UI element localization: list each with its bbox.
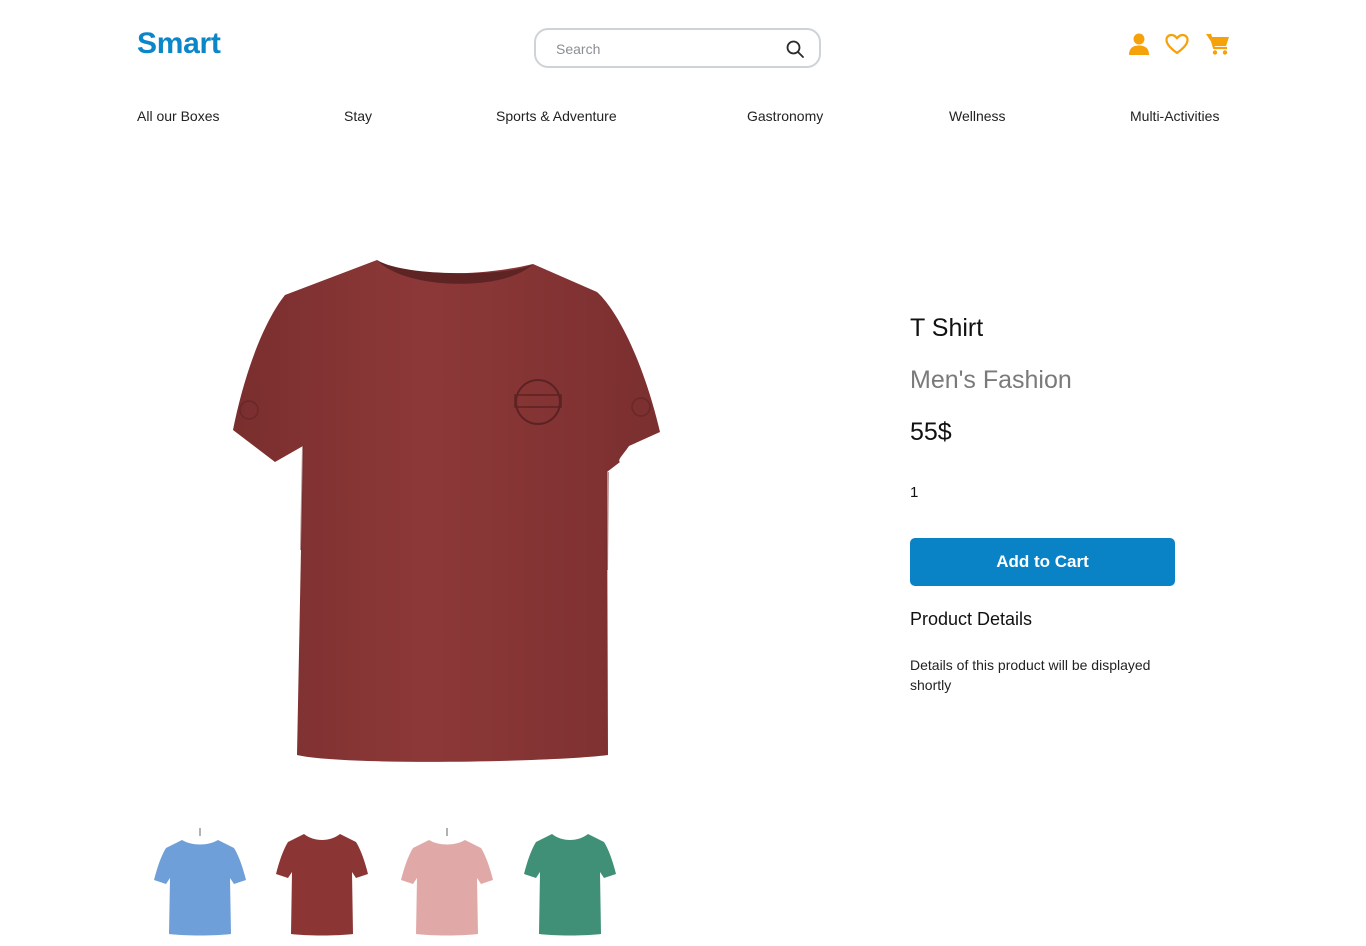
search-icon[interactable] xyxy=(785,39,805,59)
nav-item-wellness[interactable]: Wellness xyxy=(949,108,1006,124)
nav-item-sports-adventure[interactable]: Sports & Adventure xyxy=(496,108,617,124)
user-icon[interactable] xyxy=(1125,30,1153,58)
nav-item-gastronomy[interactable]: Gastronomy xyxy=(747,108,823,124)
category-nav: All our Boxes Stay Sports & Adventure Ga… xyxy=(137,108,1230,130)
product-title: T Shirt xyxy=(910,314,984,342)
heart-icon[interactable] xyxy=(1163,30,1191,58)
product-main-image xyxy=(233,260,660,762)
brand-logo[interactable]: Smart xyxy=(137,27,221,61)
header: Smart All our Boxes Stay Sports & Advent… xyxy=(0,0,1366,124)
product-category: Men's Fashion xyxy=(910,366,1072,394)
nav-item-all-boxes[interactable]: All our Boxes xyxy=(137,108,219,124)
thumbnail-pink-shirt[interactable] xyxy=(397,826,497,938)
thumbnail-maroon-shirt[interactable] xyxy=(272,826,372,938)
search-input[interactable] xyxy=(556,39,776,59)
variant-thumbnails xyxy=(150,826,630,941)
thumbnail-green-shirt[interactable] xyxy=(520,826,620,938)
product-price: 55$ xyxy=(910,418,952,446)
nav-item-multi-activities[interactable]: Multi-Activities xyxy=(1130,108,1219,124)
add-to-cart-button[interactable]: Add to Cart xyxy=(910,538,1175,586)
search-box[interactable] xyxy=(534,28,821,68)
thumbnail-blue-shirt[interactable] xyxy=(150,826,250,938)
nav-item-stay[interactable]: Stay xyxy=(344,108,372,124)
product-details-heading: Product Details xyxy=(910,609,1033,629)
quantity-input[interactable] xyxy=(910,484,970,501)
cart-icon[interactable] xyxy=(1204,30,1232,58)
product-details-text: Details of this product will be displaye… xyxy=(910,657,1151,693)
